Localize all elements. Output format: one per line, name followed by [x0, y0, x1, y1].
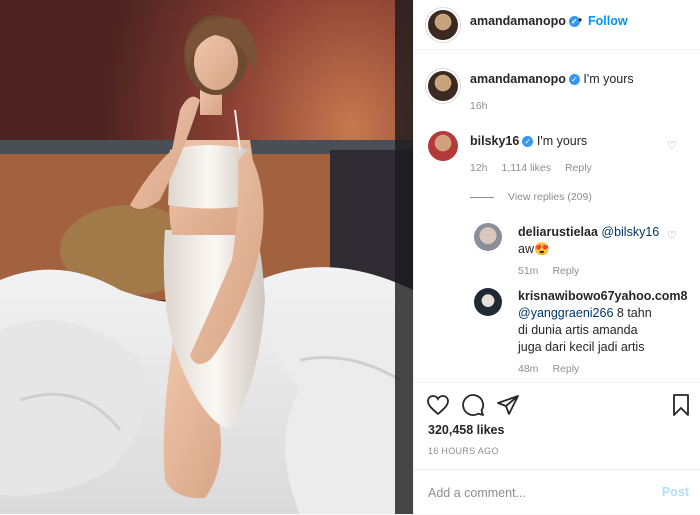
follow-button[interactable]: Follow: [588, 14, 628, 28]
reply-button[interactable]: Reply: [552, 265, 579, 277]
like-heart-icon[interactable]: [426, 393, 450, 417]
reply-button[interactable]: Reply: [552, 363, 579, 375]
post-timestamp[interactable]: 16 HOURS AGO: [428, 446, 499, 456]
comment-username[interactable]: bilsky16: [470, 134, 519, 148]
paper-plane-icon[interactable]: [496, 393, 520, 417]
post-actions: 320,458 likes 16 HOURS AGO Post: [414, 382, 700, 514]
caption-time[interactable]: 16h: [470, 100, 488, 112]
post-header: amandamanopo ✓ • Follow: [414, 0, 700, 50]
reply-like-heart-icon[interactable]: ♡: [667, 294, 679, 307]
comment-time[interactable]: 12h: [470, 162, 488, 174]
reply-time[interactable]: 48m: [518, 363, 538, 375]
verified-badge-icon: ✓: [522, 136, 534, 148]
comment-text-row: bilsky16 ✓ I'm yours: [470, 133, 587, 150]
reply-mention[interactable]: @yanggraeni266: [518, 306, 613, 320]
reply-body: aw😍: [518, 242, 550, 256]
separator-dot: •: [578, 13, 583, 27]
post-side-panel: amandamanopo ✓ • Follow amandamanopo ✓ I'm…: [413, 0, 700, 514]
reply-meta: 48m Reply: [518, 363, 593, 375]
reply-text: krisnawibowo67yahoo.com8 @yanggraeni266 …: [518, 288, 688, 356]
post-comment-button[interactable]: Post: [662, 485, 689, 499]
reply-meta: 51m Reply: [518, 265, 593, 277]
reply-mention[interactable]: @bilsky16: [601, 225, 659, 239]
view-replies-button[interactable]: View replies (209): [470, 191, 592, 203]
reply-body-line2: di dunia artis amanda: [518, 323, 638, 337]
comment-likes[interactable]: 1,114 likes: [502, 162, 551, 174]
reply-time[interactable]: 51m: [518, 265, 538, 277]
instagram-post: amandamanopo ✓ • Follow amandamanopo ✓ I'm…: [0, 0, 700, 514]
author-username-row: amandamanopo ✓: [470, 14, 580, 28]
add-comment-input[interactable]: [428, 484, 638, 502]
post-image: [0, 0, 413, 514]
likes-count[interactable]: 320,458 likes: [428, 423, 504, 437]
caption-text: I'm yours: [583, 72, 634, 86]
author-username[interactable]: amandamanopo: [470, 14, 566, 28]
caption-text-row: amandamanopo ✓ I'm yours: [470, 71, 634, 88]
comment-icon[interactable]: [461, 393, 485, 417]
commenter-avatar[interactable]: [428, 131, 458, 161]
author-avatar[interactable]: [428, 10, 458, 40]
reply-avatar[interactable]: [474, 288, 502, 316]
reply-button[interactable]: Reply: [565, 162, 592, 174]
add-comment-bar: Post: [414, 469, 700, 515]
verified-badge-icon: ✓: [568, 74, 580, 86]
reply-text: deliarustielaa @bilsky16 aw😍: [518, 224, 668, 258]
reply-username[interactable]: deliarustielaa: [518, 225, 598, 239]
post-photo[interactable]: [0, 0, 413, 514]
reply-avatar[interactable]: [474, 223, 502, 251]
reply-username[interactable]: krisnawibowo67yahoo.com8: [518, 289, 688, 303]
comment-like-heart-icon[interactable]: ♡: [667, 139, 679, 152]
comment-meta: 12h 1,114 likes Reply: [470, 162, 606, 174]
reply-like-heart-icon[interactable]: ♡: [667, 229, 679, 242]
replies-divider: [470, 196, 494, 198]
bookmark-icon[interactable]: [669, 393, 693, 417]
comments-list[interactable]: amandamanopo ✓ I'm yours 16h bilsky16 ✓ I'…: [414, 51, 700, 381]
reply-body-line3: juga dari kecil jadi artis: [518, 340, 645, 354]
reply-body-line1: 8 tahn: [616, 306, 652, 320]
caption-username[interactable]: amandamanopo: [470, 72, 566, 86]
caption-avatar[interactable]: [428, 71, 458, 101]
view-replies-label: View replies (209): [508, 191, 592, 203]
comment-text: I'm yours: [536, 134, 588, 148]
